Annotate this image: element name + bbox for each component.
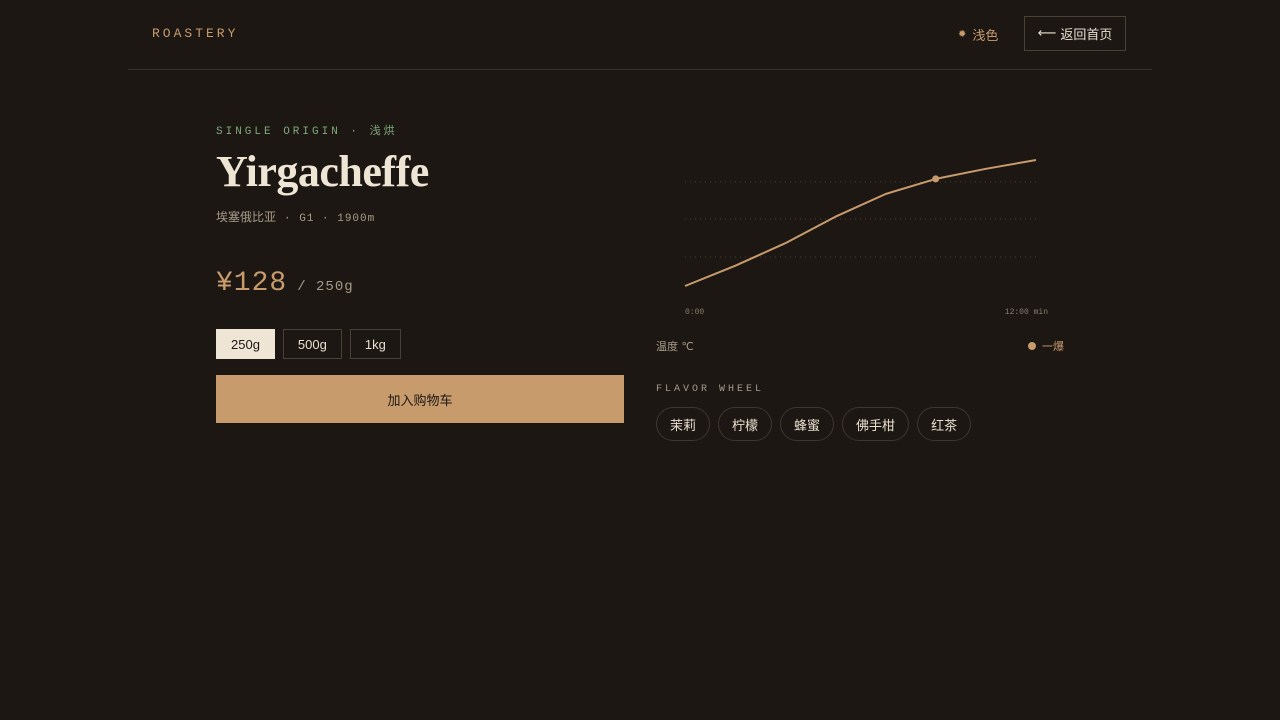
- back-home-button[interactable]: ⟵ 返回首页: [1024, 16, 1126, 51]
- grade-altitude: · G1 · 1900m: [284, 213, 376, 225]
- product-title: Yirgacheffe: [216, 147, 429, 196]
- x-axis-end-label: 12:00 min: [1005, 308, 1048, 317]
- price-block: ¥128 / 250g: [216, 268, 354, 299]
- first-crack-marker: [932, 175, 940, 183]
- product-origin: 埃塞俄比亚 · G1 · 1900m: [216, 208, 375, 225]
- size-option-250g[interactable]: 250g: [216, 329, 275, 359]
- back-home-label: 返回首页: [1060, 28, 1113, 43]
- brand-logo[interactable]: ROASTERY: [152, 26, 238, 41]
- flavor-chip: 蜂蜜: [780, 407, 835, 441]
- origin-country: 埃塞俄比亚: [216, 210, 277, 224]
- add-to-cart-button[interactable]: 加入购物车: [216, 375, 624, 423]
- flavor-chip: 柠檬: [718, 407, 773, 441]
- flavor-chip: 茉莉: [656, 407, 711, 441]
- theme-toggle-label: 浅色: [972, 29, 999, 44]
- flavor-chip: 红茶: [917, 407, 972, 441]
- flavor-chip: 佛手柑: [842, 407, 910, 441]
- sun-icon: ✹: [958, 29, 967, 40]
- roast-curve-line: [684, 159, 1037, 287]
- chart-legend: 一爆: [1028, 338, 1064, 354]
- y-axis-label: 温度 ℃: [656, 340, 694, 353]
- arrow-left-icon: ⟵: [1037, 26, 1057, 41]
- product-eyebrow: SINGLE ORIGIN · 浅烘: [216, 126, 398, 138]
- price-amount: ¥128: [216, 268, 288, 299]
- theme-toggle[interactable]: ✹ 浅色: [958, 25, 998, 44]
- flavor-notes: 茉莉 柠檬 蜂蜜 佛手柑 红茶: [656, 407, 972, 441]
- flavor-wheel-title: FLAVOR WHEEL: [656, 384, 765, 395]
- legend-dot-icon: [1028, 342, 1036, 350]
- size-selector: 250g 500g 1kg: [216, 329, 401, 359]
- size-option-1kg[interactable]: 1kg: [349, 329, 401, 359]
- x-axis-start-label: 0:00: [685, 308, 704, 317]
- price-unit: / 250g: [297, 279, 354, 295]
- legend-label: 一爆: [1042, 340, 1064, 353]
- size-option-500g[interactable]: 500g: [282, 329, 342, 359]
- top-nav-bar: ROASTERY ✹ 浅色 ⟵ 返回首页: [128, 0, 1152, 70]
- chart-grid: [685, 181, 1036, 258]
- roast-curve-chart: 0:00 12:00 min: [684, 159, 1048, 317]
